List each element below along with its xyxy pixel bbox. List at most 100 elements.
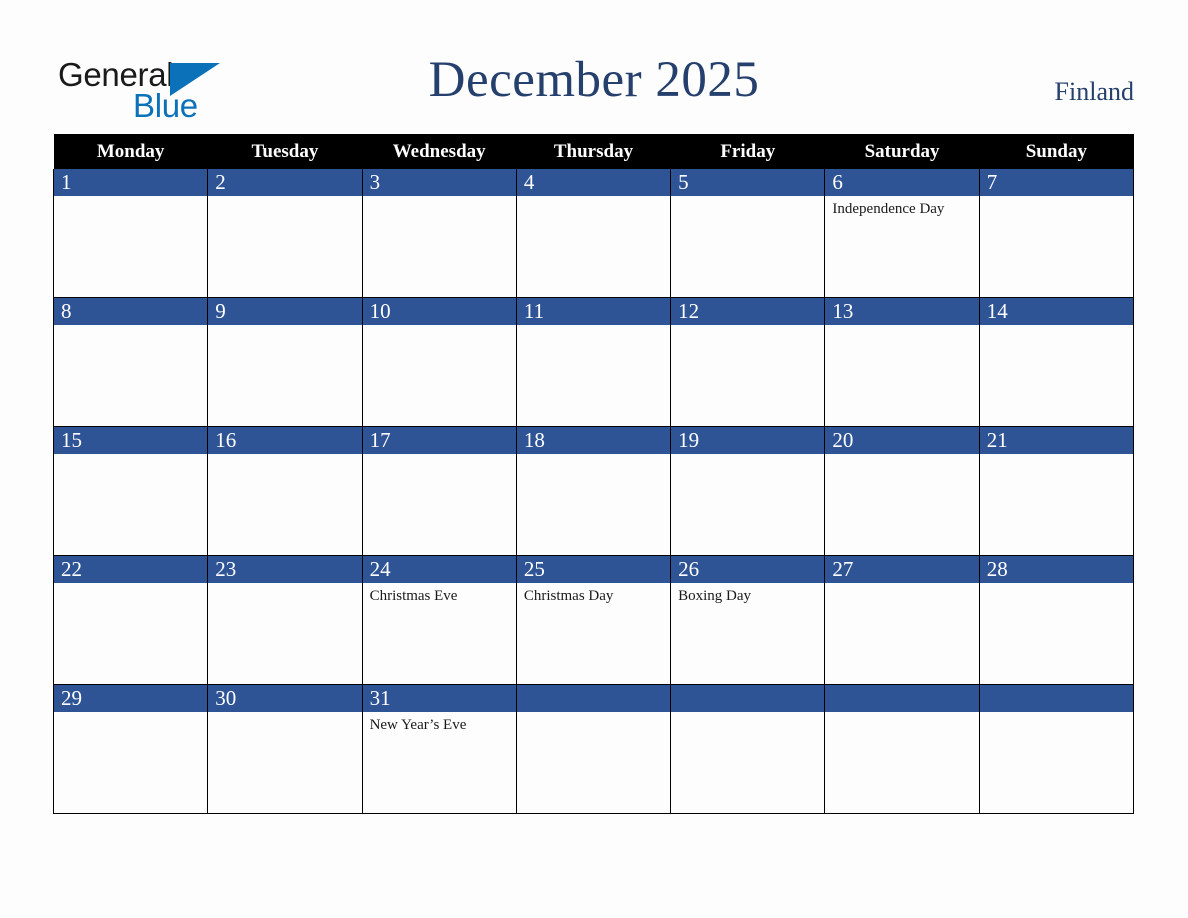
- weekday-header-row: Monday Tuesday Wednesday Thursday Friday…: [53, 134, 1134, 169]
- day-events: [980, 712, 1133, 811]
- calendar-day-cell[interactable]: 5: [670, 169, 826, 298]
- calendar-day-cell[interactable]: 25 Christmas Day: [515, 555, 672, 685]
- day-number: 17: [362, 427, 516, 454]
- day-events: [363, 325, 516, 424]
- day-events: [825, 583, 978, 682]
- day-events: [825, 454, 978, 553]
- calendar-day-cell[interactable]: 23: [207, 555, 363, 685]
- calendar-day-cell[interactable]: 14: [978, 297, 1135, 427]
- calendar-empty-cell[interactable]: [978, 684, 1135, 814]
- day-events: [980, 325, 1133, 424]
- calendar-week-row: 15 16 17 18 19 20 21: [52, 426, 1135, 556]
- day-events: [671, 454, 824, 553]
- calendar-day-cell[interactable]: 11: [515, 297, 672, 427]
- day-events: [208, 712, 361, 811]
- day-number: 22: [54, 556, 208, 583]
- calendar-day-cell[interactable]: 24 Christmas Eve: [361, 555, 517, 685]
- day-number: 28: [979, 556, 1133, 583]
- country-label: Finland: [1054, 77, 1134, 106]
- day-number: 15: [54, 427, 208, 454]
- holiday-event: Christmas Eve: [369, 588, 458, 604]
- day-number: 2: [208, 169, 362, 196]
- calendar-day-cell[interactable]: 29: [52, 684, 209, 814]
- day-events: [363, 454, 516, 553]
- calendar-day-cell[interactable]: 21: [978, 426, 1135, 556]
- calendar-week-row: 1 2 3 4 5 6 Independence Day 7: [52, 169, 1135, 298]
- day-events: [363, 196, 516, 295]
- calendar-day-cell[interactable]: 16: [207, 426, 363, 556]
- weekday-header-tuesday: Tuesday: [207, 134, 363, 169]
- day-events: New Year’s Eve: [363, 712, 516, 811]
- calendar-day-cell[interactable]: 2: [207, 169, 363, 298]
- day-events: [208, 325, 361, 424]
- day-number: [671, 685, 825, 712]
- day-events: [671, 712, 824, 811]
- calendar-day-cell[interactable]: 20: [824, 426, 980, 556]
- calendar-day-cell[interactable]: 7: [978, 169, 1135, 298]
- calendar-page: General Blue December 2025 Finland Monda…: [0, 0, 1188, 918]
- day-events: Boxing Day: [671, 583, 824, 682]
- day-events: [671, 196, 824, 295]
- day-number: 14: [979, 298, 1133, 325]
- calendar-day-cell[interactable]: 4: [515, 169, 672, 298]
- day-number: 12: [671, 298, 825, 325]
- calendar-day-cell[interactable]: 28: [978, 555, 1135, 685]
- calendar-week-row: 8 9 10 11 12 13 14: [52, 297, 1135, 427]
- weekday-header-friday: Friday: [670, 134, 825, 169]
- day-events: [54, 454, 207, 553]
- calendar-day-cell[interactable]: 3: [361, 169, 517, 298]
- calendar-day-cell[interactable]: 13: [824, 297, 980, 427]
- calendar-day-cell[interactable]: 12: [670, 297, 826, 427]
- calendar-day-cell[interactable]: 27: [824, 555, 980, 685]
- calendar-empty-cell[interactable]: [515, 684, 672, 814]
- day-number: 18: [516, 427, 671, 454]
- day-events: [825, 325, 978, 424]
- calendar-day-cell[interactable]: 1: [52, 169, 209, 298]
- day-events: Christmas Eve: [363, 583, 516, 682]
- day-number: 21: [979, 427, 1133, 454]
- weekday-header-saturday: Saturday: [824, 134, 980, 169]
- calendar-day-cell[interactable]: 18: [515, 426, 672, 556]
- day-number: 27: [825, 556, 979, 583]
- day-number: 30: [208, 685, 362, 712]
- calendar-day-cell[interactable]: 30: [207, 684, 363, 814]
- day-events: [517, 454, 670, 553]
- day-events: [980, 454, 1133, 553]
- calendar-day-cell[interactable]: 6 Independence Day: [824, 169, 980, 298]
- calendar-day-cell[interactable]: 15: [52, 426, 209, 556]
- calendar-day-cell[interactable]: 19: [670, 426, 826, 556]
- calendar-empty-cell[interactable]: [670, 684, 826, 814]
- weekday-header-thursday: Thursday: [516, 134, 671, 169]
- day-events: [825, 712, 978, 811]
- calendar-day-cell[interactable]: 9: [207, 297, 363, 427]
- day-events: Independence Day: [825, 196, 978, 295]
- day-number: 25: [516, 556, 671, 583]
- day-events: Christmas Day: [517, 583, 670, 682]
- calendar-day-cell[interactable]: 26 Boxing Day: [670, 555, 826, 685]
- holiday-event: Boxing Day: [678, 588, 752, 604]
- calendar-day-cell[interactable]: 10: [361, 297, 517, 427]
- day-events: [54, 325, 207, 424]
- calendar-day-cell[interactable]: 8: [52, 297, 209, 427]
- day-events: [980, 583, 1133, 682]
- calendar-day-cell[interactable]: 22: [52, 555, 209, 685]
- day-events: [208, 583, 361, 682]
- day-number: 16: [208, 427, 362, 454]
- day-events: [208, 196, 361, 295]
- calendar-day-cell[interactable]: 31 New Year’s Eve: [361, 684, 517, 814]
- day-number: 5: [671, 169, 825, 196]
- day-events: [980, 196, 1133, 295]
- day-number: 11: [516, 298, 671, 325]
- day-number: 6: [825, 169, 979, 196]
- day-number: 1: [54, 169, 208, 196]
- day-events: [517, 196, 670, 295]
- day-number: [516, 685, 671, 712]
- day-number: [979, 685, 1133, 712]
- day-events: [671, 325, 824, 424]
- calendar-day-cell[interactable]: 17: [361, 426, 517, 556]
- calendar-empty-cell[interactable]: [824, 684, 980, 814]
- day-events: [54, 712, 207, 811]
- day-number: 20: [825, 427, 979, 454]
- day-events: [517, 325, 670, 424]
- day-number: 19: [671, 427, 825, 454]
